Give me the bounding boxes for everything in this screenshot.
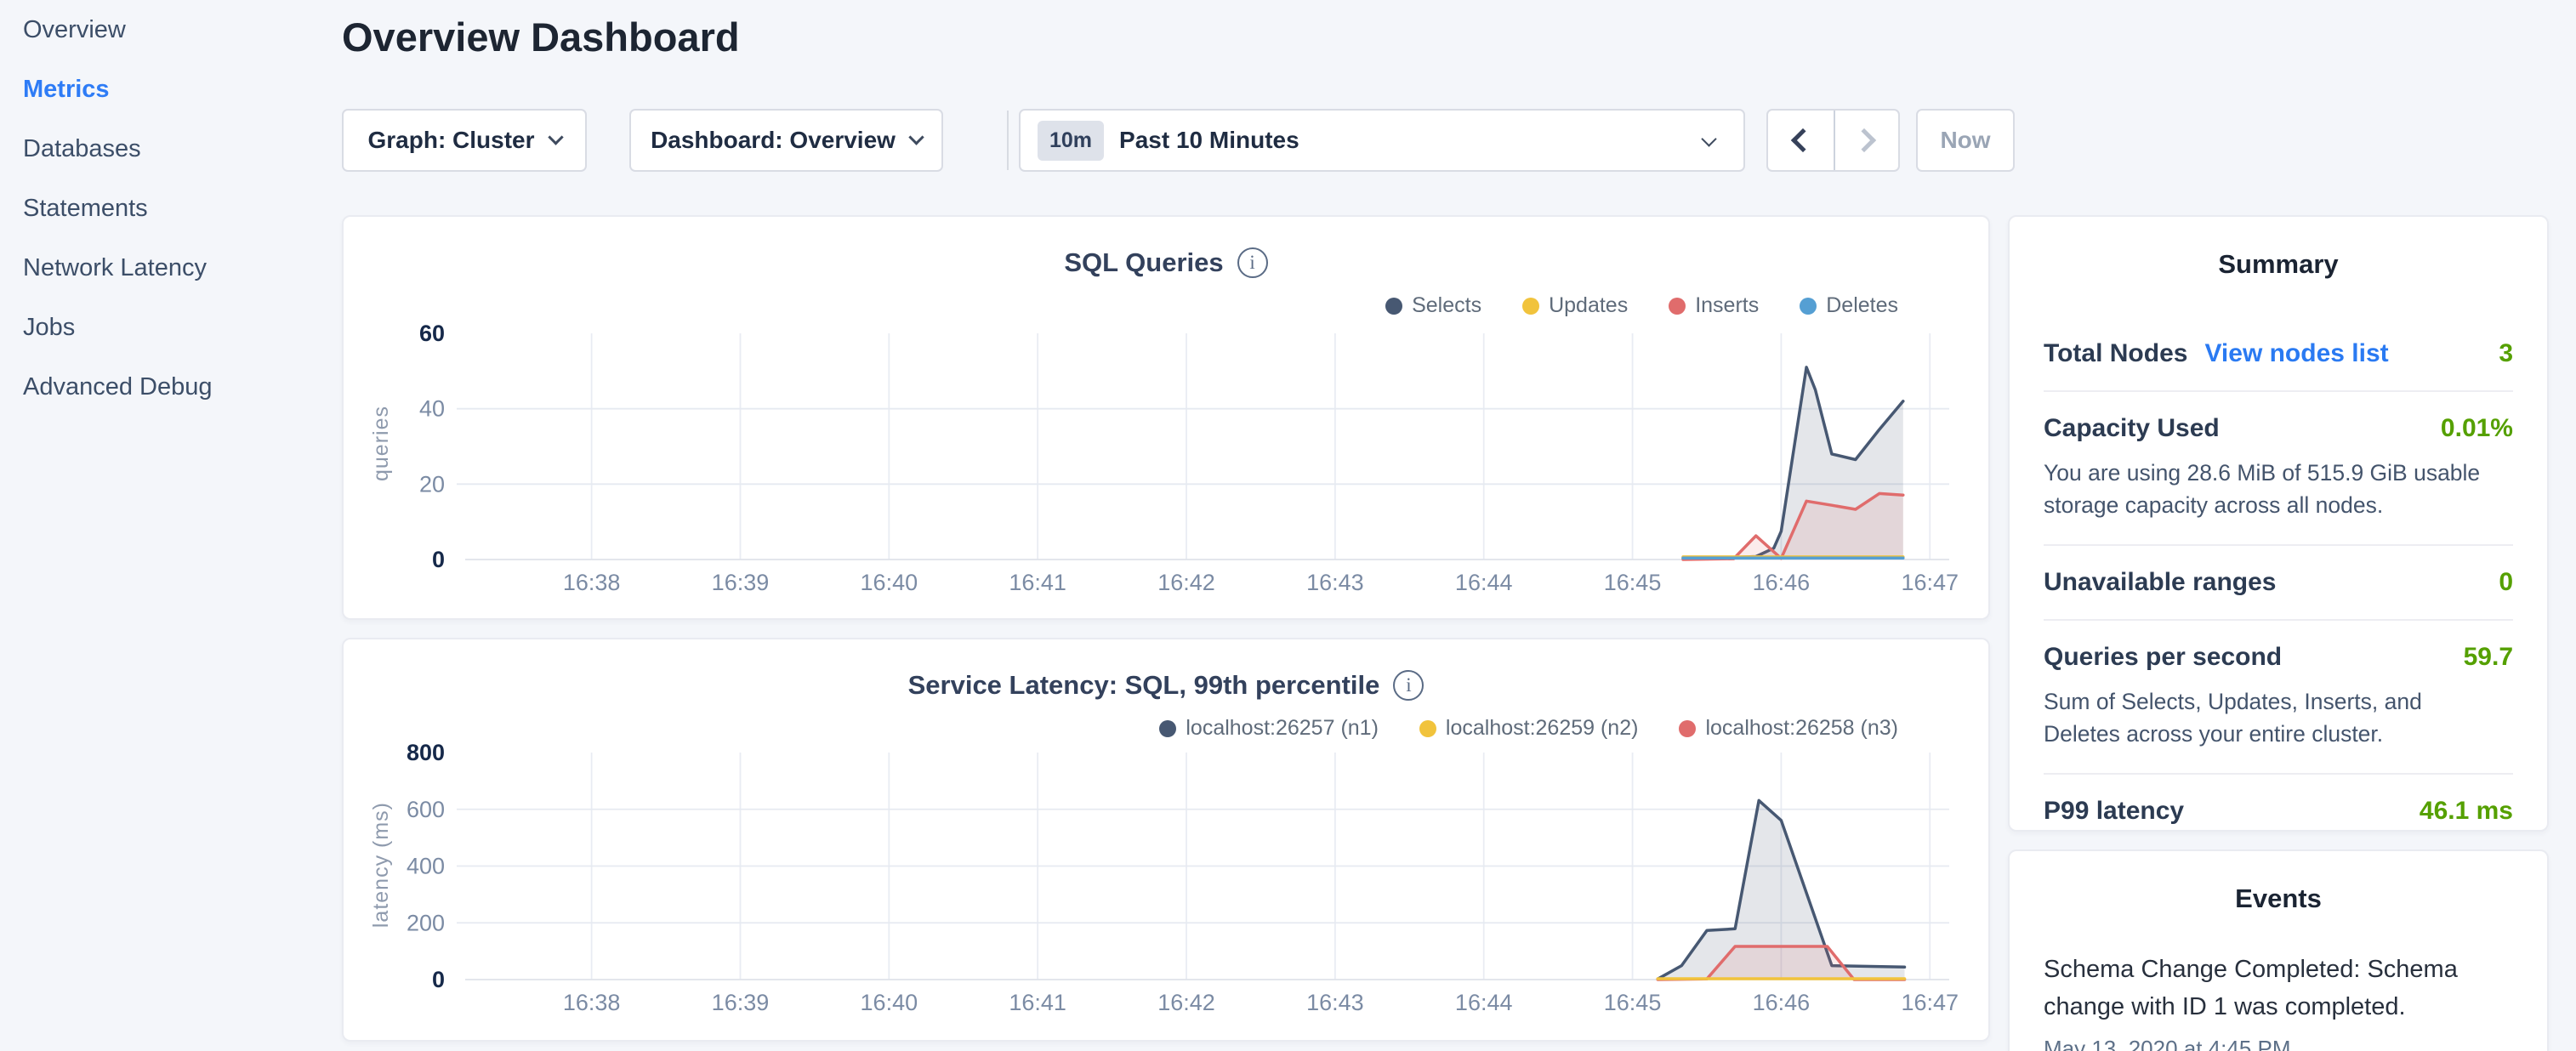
events-panel: Events Schema Change Completed: Schema c… bbox=[2008, 849, 2549, 1051]
svg-text:16:39: 16:39 bbox=[712, 990, 770, 1015]
event-list-item: Schema Change Completed: Schema change w… bbox=[2044, 952, 2513, 1051]
svg-text:60: 60 bbox=[419, 321, 445, 346]
svg-text:20: 20 bbox=[419, 471, 445, 497]
queries-per-second-label: Queries per second bbox=[2044, 643, 2282, 672]
svg-text:16:47: 16:47 bbox=[1901, 990, 1959, 1015]
svg-text:16:40: 16:40 bbox=[861, 990, 918, 1015]
queries-per-second-description: Sum of Selects, Updates, Inserts, and De… bbox=[2044, 685, 2503, 751]
capacity-used-value: 0.01% bbox=[2441, 414, 2513, 443]
event-message: Schema Change Completed: Schema change w… bbox=[2044, 952, 2513, 1025]
svg-text:800: 800 bbox=[407, 740, 445, 765]
unavailable-ranges-label: Unavailable ranges bbox=[2044, 568, 2276, 597]
total-nodes-label: Total Nodes bbox=[2044, 339, 2187, 368]
time-range-label: Past 10 Minutes bbox=[1119, 127, 1299, 154]
sidebar-item-metrics[interactable]: Metrics bbox=[0, 60, 342, 119]
cockroachdb-admin-ui: Overview Metrics Databases Statements Ne… bbox=[0, 0, 2576, 1051]
sidebar-item-jobs[interactable]: Jobs bbox=[0, 298, 342, 357]
sidebar-item-network-latency[interactable]: Network Latency bbox=[0, 238, 342, 298]
graph-dropdown-label: Graph: Cluster bbox=[367, 127, 534, 154]
p99-latency-value: 46.1 ms bbox=[2420, 797, 2513, 826]
svg-text:16:40: 16:40 bbox=[861, 570, 918, 595]
time-nav-group bbox=[1766, 109, 1900, 172]
chevron-down-icon bbox=[1701, 131, 1716, 146]
now-button[interactable]: Now bbox=[1916, 109, 2015, 172]
p99-latency-label: P99 latency bbox=[2044, 797, 2184, 826]
svg-text:16:39: 16:39 bbox=[712, 570, 770, 595]
time-next-button[interactable] bbox=[1834, 111, 1899, 170]
summary-title: Summary bbox=[2010, 249, 2547, 280]
svg-text:16:45: 16:45 bbox=[1604, 570, 1662, 595]
view-nodes-list-link[interactable]: View nodes list bbox=[2204, 339, 2388, 368]
unavailable-ranges-value: 0 bbox=[2499, 568, 2513, 597]
svg-text:16:42: 16:42 bbox=[1157, 990, 1215, 1015]
svg-text:16:45: 16:45 bbox=[1604, 990, 1662, 1015]
now-button-label: Now bbox=[1940, 127, 1990, 154]
svg-text:0: 0 bbox=[432, 547, 445, 572]
time-range-selector[interactable]: 10m Past 10 Minutes bbox=[1019, 109, 1745, 172]
chevron-down-icon bbox=[908, 129, 924, 145]
event-timestamp: May 13, 2020 at 4:45 PM bbox=[2044, 1036, 2513, 1051]
sidebar-item-overview[interactable]: Overview bbox=[0, 0, 342, 60]
service-latency-card: Service Latency: SQL, 99th percentile i … bbox=[342, 638, 1990, 1042]
summary-row-p99-latency: P99 latency 46.1 ms bbox=[2044, 775, 2513, 848]
svg-text:16:46: 16:46 bbox=[1753, 990, 1811, 1015]
svg-text:16:41: 16:41 bbox=[1009, 570, 1066, 595]
svg-text:16:38: 16:38 bbox=[563, 990, 621, 1015]
total-nodes-value: 3 bbox=[2499, 339, 2513, 368]
sql-queries-plot[interactable]: 16:38 16:39 16:40 16:41 16:42 16:43 16:44 16:45… bbox=[344, 217, 1992, 622]
time-range-badge: 10m bbox=[1038, 121, 1104, 161]
svg-text:16:38: 16:38 bbox=[563, 570, 621, 595]
svg-text:16:43: 16:43 bbox=[1306, 990, 1364, 1015]
sidebar-item-statements[interactable]: Statements bbox=[0, 179, 342, 238]
chevron-left-icon bbox=[1791, 128, 1815, 152]
time-prev-button[interactable] bbox=[1768, 111, 1834, 170]
sql-queries-card: SQL Queries i Selects Updates Inserts De… bbox=[342, 215, 1990, 620]
capacity-used-description: You are using 28.6 MiB of 515.9 GiB usab… bbox=[2044, 457, 2503, 522]
sidebar: Overview Metrics Databases Statements Ne… bbox=[0, 0, 342, 1051]
svg-text:40: 40 bbox=[419, 396, 445, 422]
service-latency-plot[interactable]: 16:38 16:39 16:40 16:41 16:42 16:43 16:44 16:45… bbox=[344, 639, 1992, 1043]
chevron-right-icon bbox=[1852, 128, 1876, 152]
summary-row-unavailable-ranges: Unavailable ranges 0 bbox=[2044, 546, 2513, 621]
sidebar-item-databases[interactable]: Databases bbox=[0, 119, 342, 179]
summary-row-qps: Queries per second 59.7 Sum of Selects, … bbox=[2044, 621, 2513, 775]
summary-panel: Summary Total Nodes View nodes list 3 Ca… bbox=[2008, 215, 2549, 832]
svg-text:16:44: 16:44 bbox=[1455, 570, 1513, 595]
summary-row-total-nodes: Total Nodes View nodes list 3 bbox=[2044, 317, 2513, 392]
svg-text:400: 400 bbox=[407, 854, 445, 879]
svg-text:200: 200 bbox=[407, 910, 445, 935]
svg-text:16:44: 16:44 bbox=[1455, 990, 1513, 1015]
toolbar-divider bbox=[1007, 111, 1009, 170]
dashboard-dropdown-label: Dashboard: Overview bbox=[651, 127, 896, 154]
graph-dropdown[interactable]: Graph: Cluster bbox=[342, 109, 587, 172]
svg-text:16:41: 16:41 bbox=[1009, 990, 1066, 1015]
svg-text:16:47: 16:47 bbox=[1901, 570, 1959, 595]
queries-per-second-value: 59.7 bbox=[2464, 643, 2513, 672]
svg-text:16:43: 16:43 bbox=[1306, 570, 1364, 595]
svg-text:16:46: 16:46 bbox=[1753, 570, 1811, 595]
svg-text:16:42: 16:42 bbox=[1157, 570, 1215, 595]
dashboard-dropdown[interactable]: Dashboard: Overview bbox=[629, 109, 943, 172]
svg-text:600: 600 bbox=[407, 797, 445, 822]
svg-text:0: 0 bbox=[432, 967, 445, 992]
events-title: Events bbox=[2010, 883, 2547, 914]
page-title: Overview Dashboard bbox=[342, 14, 740, 60]
summary-row-capacity: Capacity Used 0.01% You are using 28.6 M… bbox=[2044, 392, 2513, 546]
capacity-used-label: Capacity Used bbox=[2044, 414, 2220, 443]
sidebar-item-advanced-debug[interactable]: Advanced Debug bbox=[0, 357, 342, 417]
chevron-down-icon bbox=[548, 129, 563, 145]
